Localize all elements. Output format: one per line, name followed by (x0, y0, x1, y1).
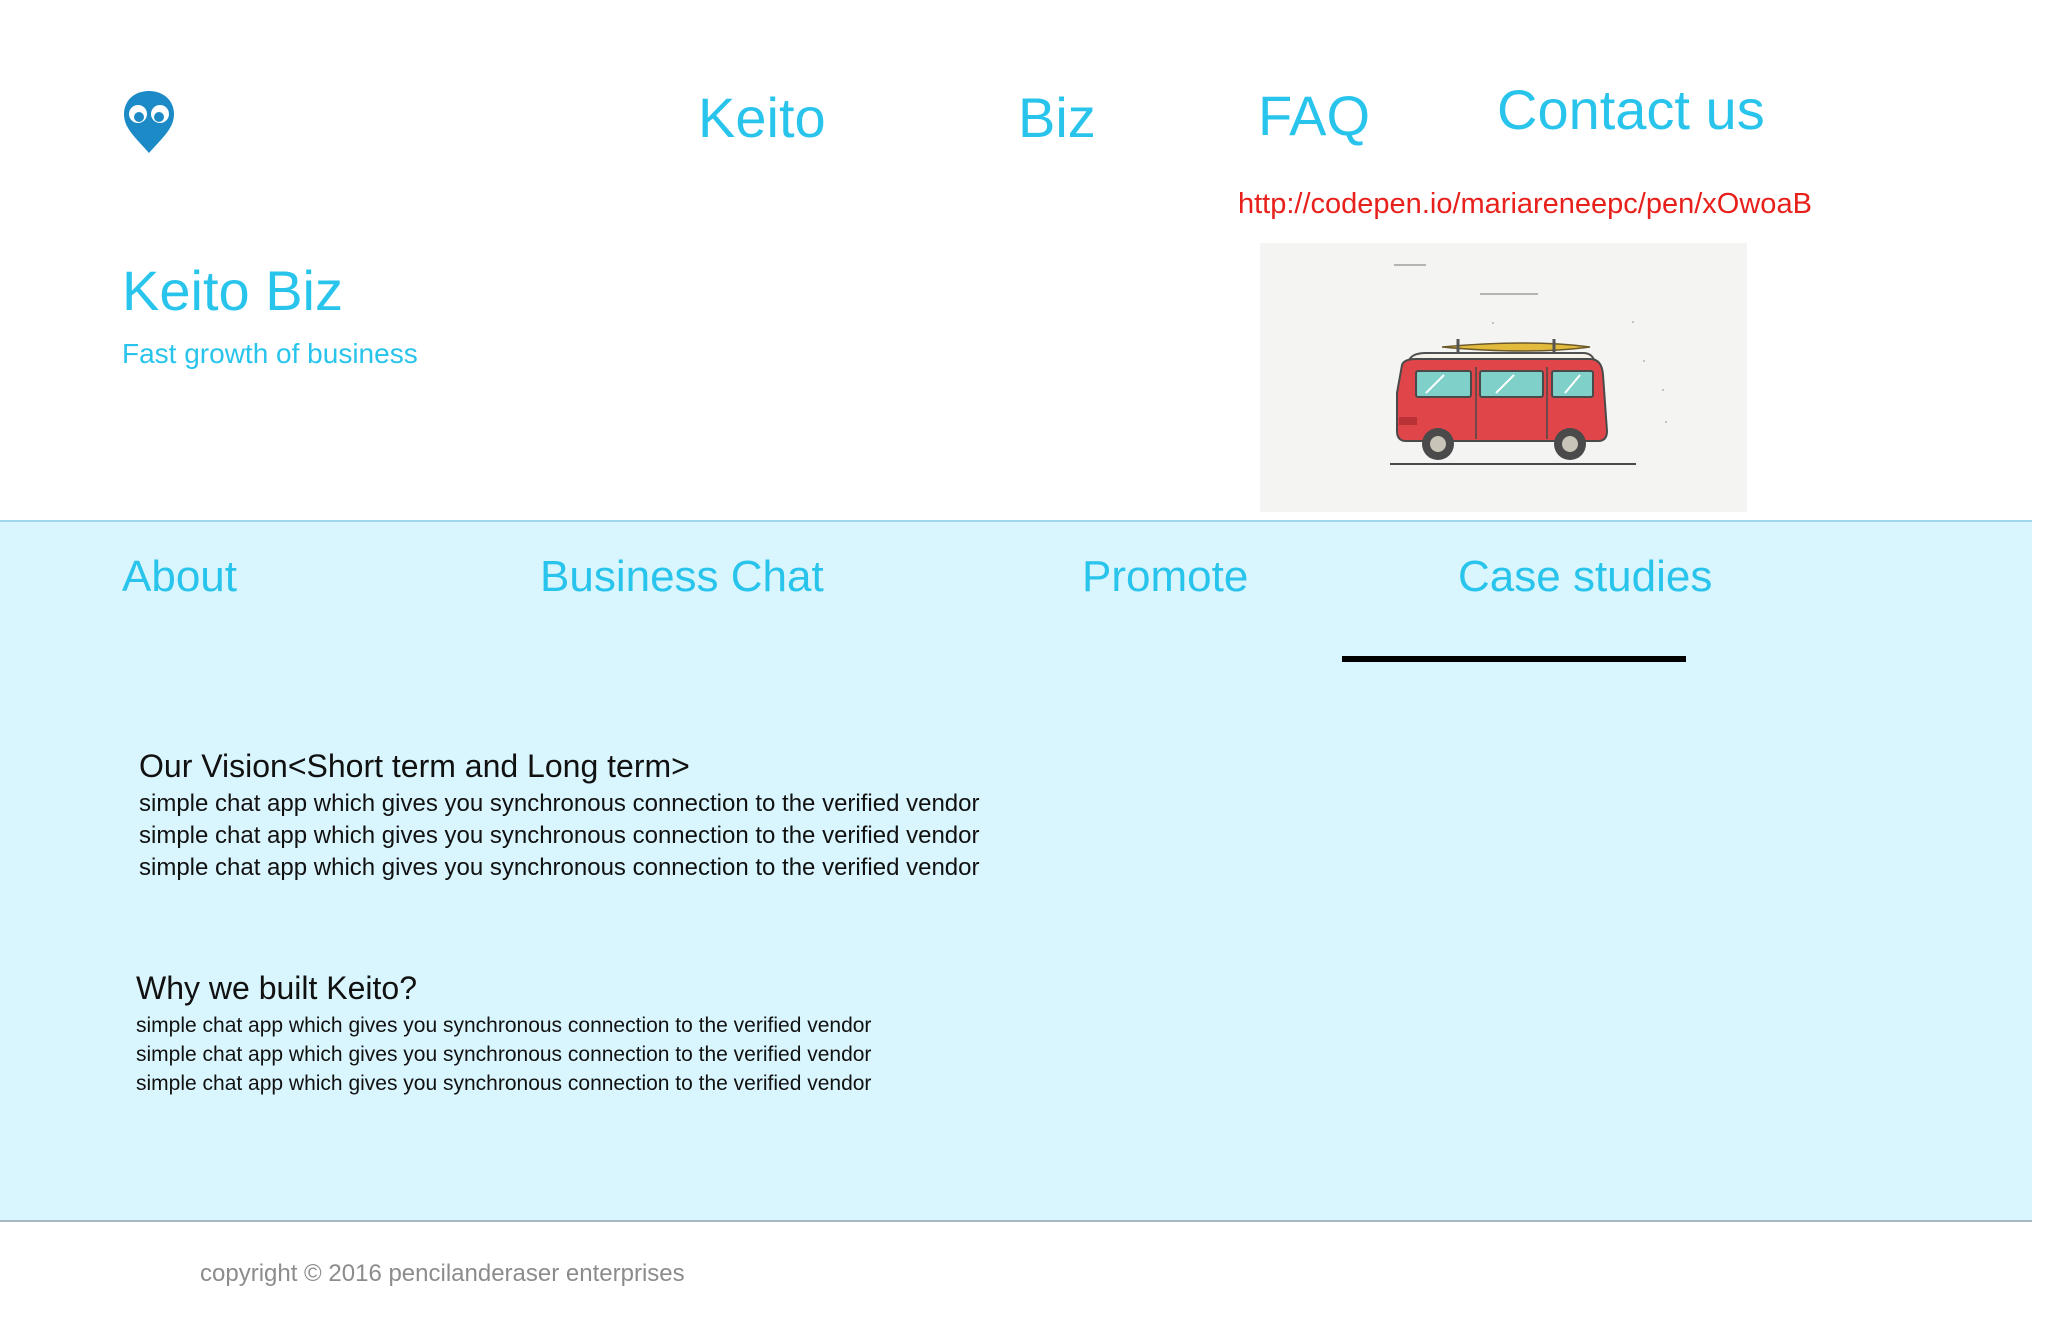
map-pin-eyes-icon (124, 91, 174, 153)
tab-about[interactable]: About (122, 552, 237, 602)
codepen-url-link[interactable]: http://codepen.io/mariareneepc/pen/xOwoa… (1238, 188, 1812, 221)
active-tab-indicator (1342, 656, 1686, 662)
vision-text-line: simple chat app which gives you synchron… (139, 854, 980, 881)
hero-image (1260, 243, 1747, 512)
nav-biz[interactable]: Biz (1018, 90, 1096, 146)
tab-case-studies[interactable]: Case studies (1458, 552, 1712, 602)
camper-van-illustration (1390, 264, 1667, 465)
tab-promote[interactable]: Promote (1082, 552, 1248, 602)
vision-text-line: simple chat app which gives you synchron… (139, 790, 980, 817)
logo[interactable] (122, 89, 176, 155)
nav-contact-us[interactable]: Contact us (1497, 82, 1765, 138)
tab-business-chat[interactable]: Business Chat (540, 552, 824, 602)
nav-keito[interactable]: Keito (698, 90, 826, 146)
vision-heading: Our Vision<Short term and Long term> (139, 748, 690, 784)
hero-subtitle: Fast growth of business (122, 338, 418, 369)
vision-text-line: simple chat app which gives you synchron… (139, 822, 980, 849)
footer-copyright: copyright © 2016 pencilanderaser enterpr… (200, 1260, 685, 1287)
nav-faq[interactable]: FAQ (1258, 88, 1370, 144)
hero-title: Keito Biz (122, 259, 343, 322)
why-text-line: simple chat app which gives you synchron… (136, 1014, 872, 1037)
why-text-line: simple chat app which gives you synchron… (136, 1043, 872, 1066)
why-text-line: simple chat app which gives you synchron… (136, 1072, 872, 1095)
why-heading: Why we built Keito? (136, 970, 418, 1006)
